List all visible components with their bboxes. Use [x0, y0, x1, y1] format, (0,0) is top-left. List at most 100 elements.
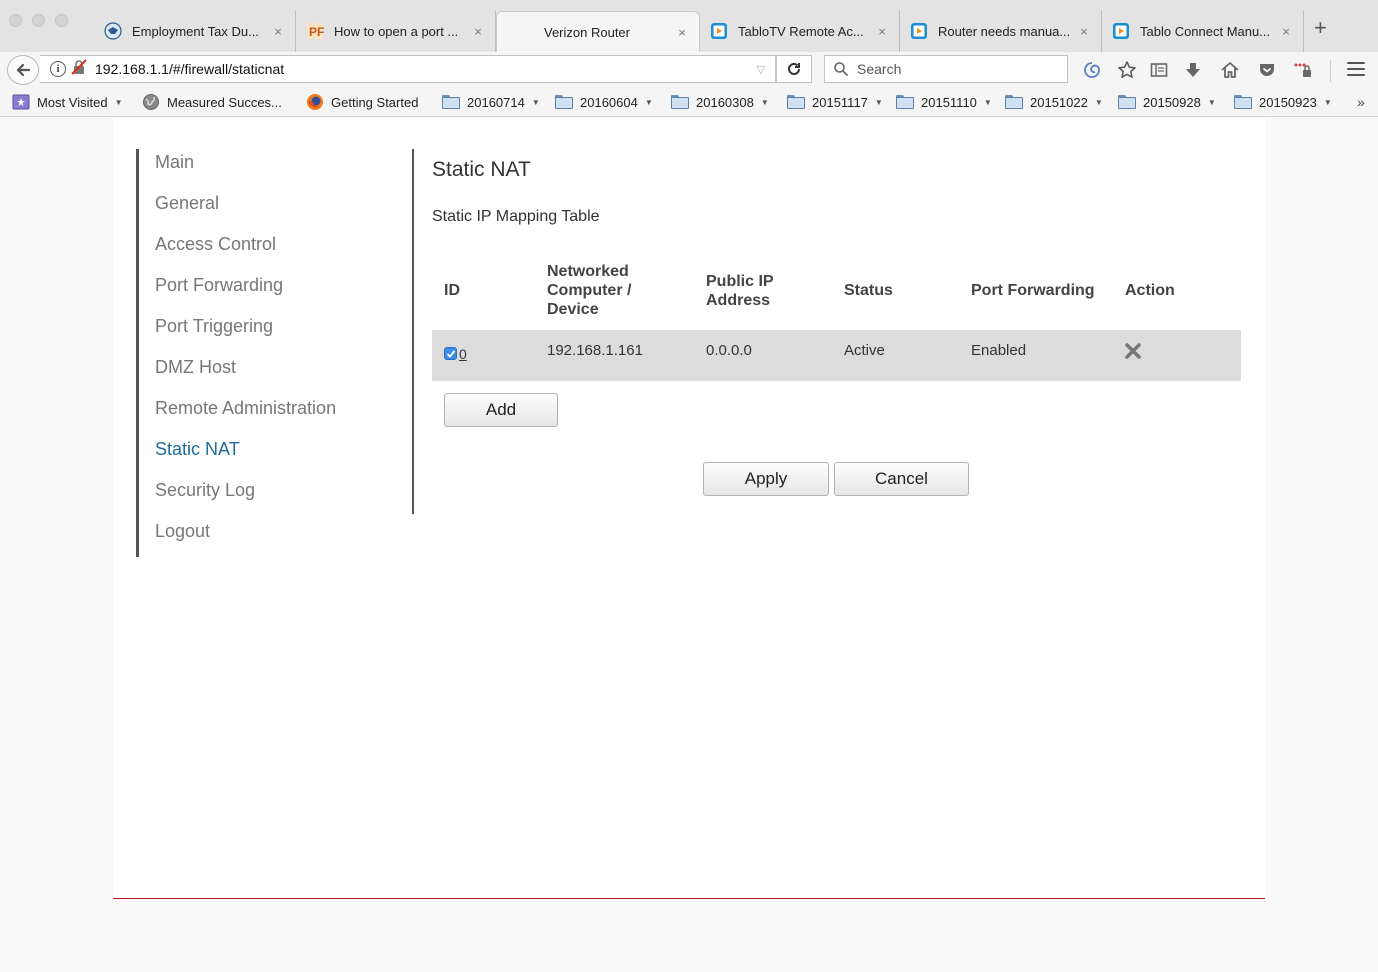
row-port-forwarding: Enabled	[971, 342, 1027, 359]
tab-verizon-router[interactable]: Verizon Router ×	[496, 11, 700, 53]
row-id-link[interactable]: 0	[459, 346, 467, 362]
tab-close-icon[interactable]: ×	[471, 24, 485, 39]
folder-icon	[442, 95, 460, 109]
bookmark-folder-20160308[interactable]: 20160308 ▼	[671, 92, 769, 112]
add-button[interactable]: Add	[444, 393, 558, 427]
bookmark-folder-20160604[interactable]: 20160604 ▼	[555, 92, 653, 112]
search-icon	[834, 62, 849, 77]
chevron-down-icon: ▼	[531, 97, 540, 107]
firefox-icon	[306, 93, 324, 111]
globe-icon	[142, 93, 160, 111]
reading-list-icon	[1150, 63, 1168, 77]
sidebar-item-port-triggering[interactable]: Port Triggering	[155, 316, 273, 337]
back-button[interactable]	[7, 55, 39, 85]
tab-tablotv-remote[interactable]: TabloTV Remote Ac... ×	[710, 10, 900, 52]
row-status: Active	[844, 342, 885, 359]
tab-title: How to open a port ...	[334, 23, 459, 39]
window-close-button[interactable]	[9, 14, 22, 27]
irs-eagle-icon	[104, 22, 122, 40]
tablo-icon	[1112, 22, 1130, 40]
new-tab-button[interactable]: +	[1314, 16, 1327, 40]
folder-icon	[555, 95, 573, 109]
folder-icon	[1234, 95, 1252, 109]
bookmarks-bar: Most Visited ▼ Measured Succes... Getting…	[0, 88, 1378, 117]
bookmark-folder-20150928[interactable]: 20150928 ▼	[1118, 92, 1216, 112]
insecure-lock-icon[interactable]	[71, 58, 87, 80]
tab-router-needs-manual[interactable]: Router needs manua... ×	[910, 10, 1102, 52]
toolbar-separator	[1330, 60, 1331, 82]
window-minimize-button[interactable]	[32, 14, 45, 27]
portforward-icon: PF	[306, 22, 324, 40]
sidebar-item-remote-administration[interactable]: Remote Administration	[155, 398, 336, 419]
apply-button[interactable]: Apply	[703, 462, 829, 496]
content-divider	[412, 149, 414, 514]
privacy-extension-button[interactable]	[1291, 58, 1315, 82]
download-arrow-icon	[1186, 63, 1200, 77]
column-header-device: Networked Computer / Device	[547, 263, 632, 318]
tablo-icon	[710, 22, 728, 40]
tab-employment-tax[interactable]: Employment Tax Du... ×	[104, 10, 296, 52]
chevron-down-icon: ▼	[1323, 97, 1332, 107]
tab-close-icon[interactable]: ×	[875, 24, 889, 39]
svg-text:PF: PF	[309, 25, 324, 39]
sidebar-item-static-nat[interactable]: Static NAT	[155, 439, 240, 460]
page-title: Static NAT	[432, 158, 531, 181]
bookmark-folder-20151117[interactable]: 20151117 ▼	[787, 92, 883, 112]
sidebar-rule	[136, 149, 139, 557]
tab-title: Tablo Connect Manu...	[1140, 23, 1271, 39]
sidebar-item-access-control[interactable]: Access Control	[155, 234, 276, 255]
search-input[interactable]	[857, 61, 1057, 77]
info-icon[interactable]: i	[50, 61, 66, 77]
bookmark-folder-20150923[interactable]: 20150923 ▼	[1234, 92, 1332, 112]
pocket-button[interactable]	[1255, 58, 1279, 82]
bookmarks-overflow-chevron-icon[interactable]: »	[1357, 94, 1365, 110]
tab-close-icon[interactable]: ×	[1077, 24, 1091, 39]
tab-strip: Employment Tax Du... × PF How to open a …	[0, 0, 1378, 53]
bookmark-most-visited[interactable]: Most Visited ▼	[12, 92, 123, 112]
cancel-button[interactable]: Cancel	[834, 462, 969, 496]
sidebar-item-general[interactable]: General	[155, 193, 219, 214]
sidebar-item-main[interactable]: Main	[155, 152, 194, 173]
downloads-button[interactable]	[1181, 58, 1205, 82]
extension-button[interactable]	[1080, 58, 1104, 82]
tab-how-to-open-port[interactable]: PF How to open a port ... ×	[306, 10, 496, 52]
tab-tablo-connect-manual[interactable]: Tablo Connect Manu... ×	[1112, 10, 1304, 52]
delete-row-button[interactable]	[1124, 342, 1142, 360]
url-dropdown-icon[interactable]: ▽	[757, 63, 765, 76]
sidebar-item-security-log[interactable]: Security Log	[155, 480, 255, 501]
chevron-down-icon: ▼	[874, 97, 883, 107]
reload-button[interactable]	[776, 55, 812, 83]
folder-icon	[1005, 95, 1023, 109]
folder-icon	[787, 95, 805, 109]
table-title: Static IP Mapping Table	[432, 208, 600, 225]
row-select-checkbox[interactable]	[444, 347, 457, 360]
extension-swirl-icon	[1084, 62, 1100, 78]
tab-close-icon[interactable]: ×	[675, 25, 689, 40]
folder-icon	[896, 95, 914, 109]
reading-list-button[interactable]	[1147, 58, 1171, 82]
bookmark-folder-20160714[interactable]: 20160714 ▼	[442, 92, 540, 112]
tab-title: Router needs manua...	[938, 23, 1069, 39]
bookmark-getting-started[interactable]: Getting Started	[306, 92, 418, 112]
sidebar-item-port-forwarding[interactable]: Port Forwarding	[155, 275, 283, 296]
column-header-id: ID	[444, 282, 460, 299]
bookmark-folder-20151110[interactable]: 20151110 ▼	[896, 92, 992, 112]
navigation-bar: i 192.168.1.1/#/firewall/staticnat ▽	[0, 52, 1378, 88]
search-bar[interactable]	[824, 55, 1068, 83]
window-zoom-button[interactable]	[55, 14, 68, 27]
bookmark-folder-20151022[interactable]: 20151022 ▼	[1005, 92, 1103, 112]
home-icon	[1221, 62, 1239, 78]
bookmark-star-button[interactable]	[1115, 58, 1139, 82]
sidebar-item-dmz-host[interactable]: DMZ Host	[155, 357, 236, 378]
tab-title: Employment Tax Du...	[132, 23, 259, 39]
url-bar[interactable]: i 192.168.1.1/#/firewall/staticnat ▽	[40, 55, 776, 83]
chevron-down-icon: ▼	[1207, 97, 1216, 107]
delete-x-icon	[1125, 343, 1141, 359]
url-text[interactable]: 192.168.1.1/#/firewall/staticnat	[95, 61, 757, 77]
tab-close-icon[interactable]: ×	[271, 24, 285, 39]
home-button[interactable]	[1218, 58, 1242, 82]
sidebar-item-logout[interactable]: Logout	[155, 521, 210, 542]
hamburger-menu-button[interactable]	[1344, 58, 1368, 82]
tab-close-icon[interactable]: ×	[1279, 24, 1293, 39]
bookmark-measured-success[interactable]: Measured Succes...	[142, 92, 282, 112]
